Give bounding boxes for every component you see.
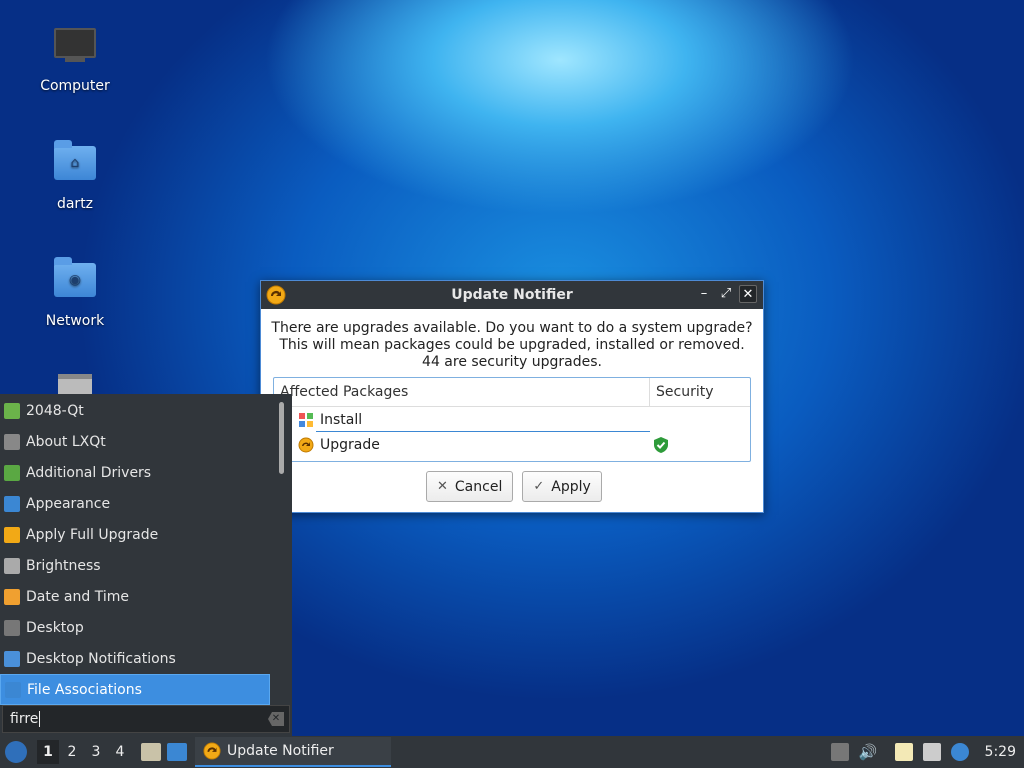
menu-item-label: Brightness: [26, 557, 101, 574]
desktop-switch-2[interactable]: 2: [61, 740, 83, 764]
desktop-switch-3[interactable]: 3: [85, 740, 107, 764]
install-icon: [299, 412, 313, 427]
dialog-title: Update Notifier: [451, 287, 573, 303]
menu-item-label: Desktop: [26, 619, 84, 636]
eject-icon[interactable]: [830, 743, 849, 761]
clock-icon: [4, 588, 20, 605]
desktop-switch-4[interactable]: 4: [109, 740, 131, 764]
apply-button[interactable]: ✓ Apply: [522, 471, 602, 502]
table-row[interactable]: Install: [274, 407, 750, 432]
desktop-switch-1[interactable]: 1: [37, 740, 59, 764]
message-line: 44 are security upgrades.: [422, 354, 602, 370]
menu-item[interactable]: Date and Time: [0, 581, 270, 612]
desktop-icon-computer[interactable]: Computer: [25, 22, 125, 94]
task-label: Update Notifier: [227, 743, 334, 759]
menu-item-label: 2048-Qt: [26, 402, 84, 419]
menu-item[interactable]: Additional Drivers: [0, 457, 270, 488]
menu-item[interactable]: File Associations: [0, 674, 270, 705]
column-header-security[interactable]: Security: [650, 378, 720, 406]
clock[interactable]: 5:29: [985, 744, 1016, 760]
2048-icon: [4, 402, 20, 419]
update-icon: [203, 742, 221, 760]
menu-item-label: File Associations: [27, 681, 142, 698]
notification-icon: [4, 650, 20, 667]
menu-item-label: Apply Full Upgrade: [26, 526, 159, 543]
dialog-message: There are upgrades available. Do you wan…: [261, 320, 763, 371]
clear-search-icon[interactable]: ✕: [268, 712, 284, 726]
security-shield-icon: [654, 436, 668, 453]
maximize-button[interactable]: ⤢: [717, 285, 735, 303]
network-icon[interactable]: [922, 743, 941, 761]
info-icon: [4, 433, 20, 450]
menu-item[interactable]: Desktop Notifications: [0, 643, 270, 674]
computer-icon: [53, 28, 97, 72]
taskbar: 1 2 3 4 Update Notifier 🔊 5:29: [0, 736, 1024, 768]
cancel-icon: ✕: [437, 479, 448, 494]
desktop-icon-network[interactable]: ◉ Network: [25, 255, 125, 329]
menu-item[interactable]: Brightness: [0, 550, 270, 581]
volume-icon[interactable]: 🔊: [859, 743, 878, 761]
menu-item[interactable]: Appearance: [0, 488, 270, 519]
minimize-button[interactable]: –: [695, 285, 713, 303]
message-line: There are upgrades available. Do you wan…: [271, 320, 753, 336]
table-header: Affected Packages Security: [274, 378, 750, 407]
brightness-icon: [4, 557, 20, 574]
desktop-icon-label: Network: [45, 313, 105, 329]
menu-item[interactable]: Apply Full Upgrade: [0, 519, 270, 550]
search-text: firre: [10, 711, 39, 727]
menu-scrollbar[interactable]: [279, 402, 284, 474]
package-label: Upgrade: [320, 436, 380, 453]
desktop-icon-home[interactable]: ⌂ dartz: [25, 138, 125, 212]
clipboard-icon[interactable]: [894, 743, 913, 761]
menu-item-label: Appearance: [26, 495, 111, 512]
cancel-label: Cancel: [454, 478, 503, 495]
upgrade-icon: [298, 437, 314, 452]
column-header-packages[interactable]: Affected Packages: [274, 378, 650, 406]
update-available-icon[interactable]: [950, 743, 969, 761]
packages-table: Affected Packages Security Install Upgra…: [273, 377, 751, 462]
desktop-icon-label: dartz: [56, 196, 94, 212]
task-update-notifier[interactable]: Update Notifier: [195, 737, 391, 767]
gear-icon: [5, 681, 21, 698]
menu-item-label: Date and Time: [26, 588, 129, 605]
menu-item-label: Desktop Notifications: [26, 650, 176, 667]
desktop-icon: [4, 619, 20, 636]
monitor-icon: [4, 495, 20, 512]
message-line: This will mean packages could be upgrade…: [279, 337, 745, 353]
menu-item[interactable]: About LXQt: [0, 426, 270, 457]
upgrade-icon: [4, 526, 20, 543]
file-manager-icon[interactable]: [141, 743, 161, 761]
menu-search-input[interactable]: firre ✕: [2, 705, 290, 733]
network-folder-icon: ◉: [53, 257, 97, 307]
menu-item-label: About LXQt: [26, 433, 106, 450]
desktop-icon-label: Computer: [40, 78, 110, 94]
table-row[interactable]: Upgrade: [274, 432, 750, 457]
start-menu-button[interactable]: [5, 741, 27, 763]
package-label: Install: [320, 411, 363, 428]
chip-icon: [4, 464, 20, 481]
menu-item-label: Additional Drivers: [26, 464, 152, 481]
checkmark-icon: ✓: [533, 479, 545, 494]
close-button[interactable]: ✕: [739, 285, 757, 303]
update-notifier-dialog: Update Notifier – ⤢ ✕ There are upgrades…: [260, 280, 764, 513]
show-desktop-icon[interactable]: [167, 743, 187, 761]
application-menu: 2048-Qt About LXQt Additional Drivers Appea…: [0, 394, 292, 736]
apply-label: Apply: [551, 478, 591, 495]
dialog-titlebar[interactable]: Update Notifier – ⤢ ✕: [261, 281, 763, 309]
system-tray: 🔊 5:29: [830, 736, 1024, 768]
menu-item[interactable]: 2048-Qt: [0, 395, 270, 426]
cancel-button[interactable]: ✕ Cancel: [426, 471, 514, 502]
home-folder-icon: ⌂: [53, 140, 97, 190]
menu-item[interactable]: Desktop: [0, 612, 270, 643]
